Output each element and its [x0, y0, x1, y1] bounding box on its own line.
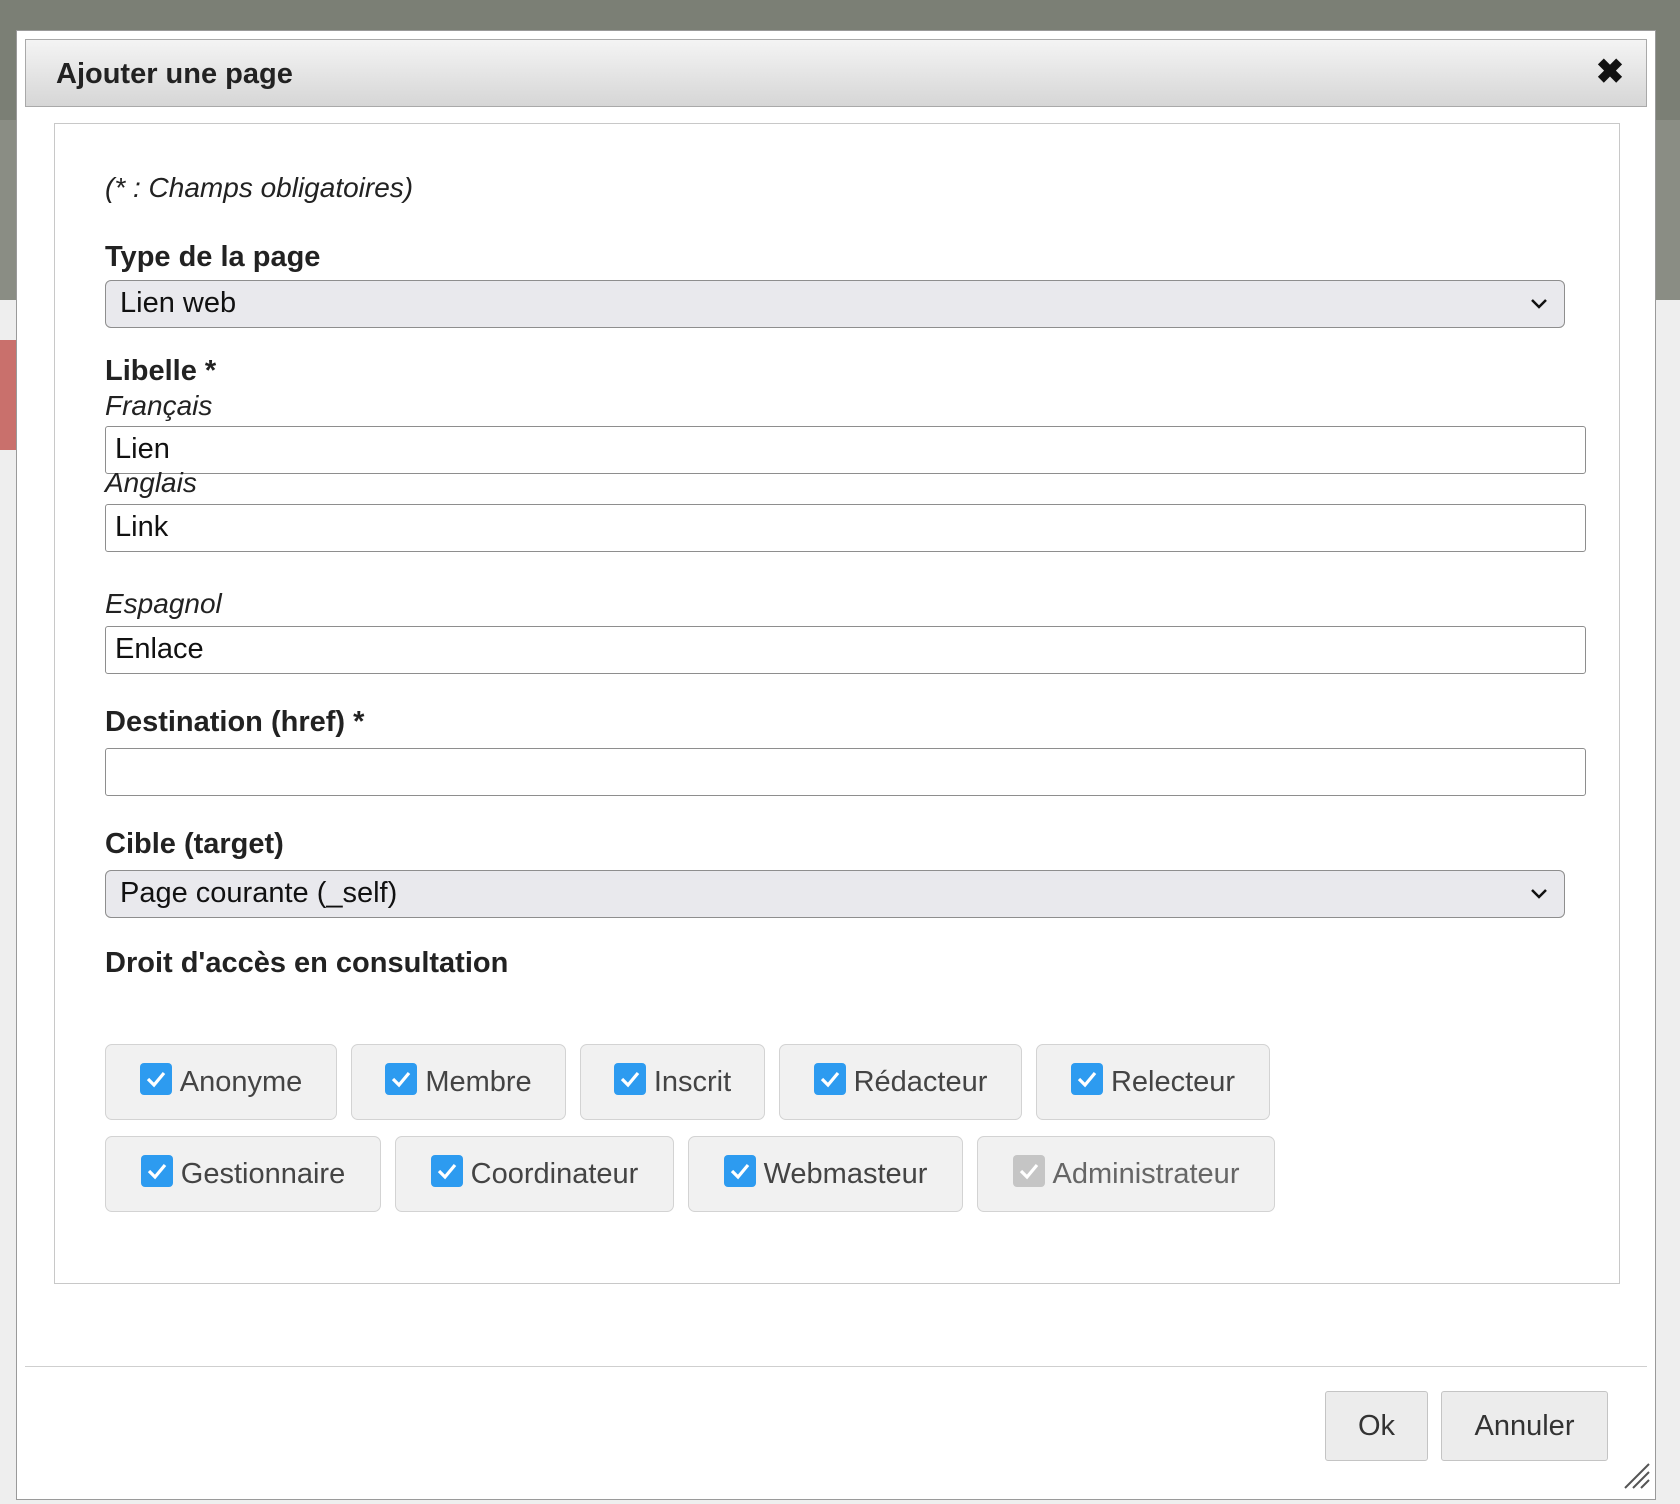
checkbox-disabled-icon [1012, 1155, 1045, 1187]
access-option-redacteur[interactable]: Rédacteur [779, 1044, 1022, 1120]
page-type-select[interactable]: Lien web [105, 280, 1565, 328]
checkbox-checked-icon[interactable] [613, 1063, 646, 1095]
checkbox-checked-icon[interactable] [430, 1155, 463, 1187]
resize-handle-icon[interactable] [1621, 1460, 1651, 1495]
access-option-label: Rédacteur [853, 1065, 988, 1098]
access-option-label: Webmasteur [763, 1157, 928, 1190]
checkbox-checked-icon[interactable] [139, 1063, 172, 1095]
destination-input[interactable] [105, 748, 1586, 796]
access-option-membre[interactable]: Membre [351, 1044, 566, 1120]
access-option-gestionnaire[interactable]: Gestionnaire [105, 1136, 381, 1212]
form-content: (* : Champs obligatoires) Type de la pag… [54, 123, 1620, 1284]
access-option-label: Relecteur [1110, 1065, 1236, 1098]
checkbox-checked-icon[interactable] [813, 1063, 846, 1095]
target-value: Page courante (_self) [120, 877, 398, 909]
background-highlight [0, 340, 16, 450]
access-option-label: Gestionnaire [180, 1157, 346, 1190]
access-option-webmasteur[interactable]: Webmasteur [688, 1136, 963, 1212]
chevron-down-icon [1530, 281, 1548, 326]
access-option-anonyme[interactable]: Anonyme [105, 1044, 337, 1120]
page-type-label: Type de la page [105, 241, 321, 273]
destination-label: Destination (href) * [105, 706, 365, 738]
access-label: Droit d'accès en consultation [105, 947, 509, 979]
close-icon[interactable]: ✖ [1592, 54, 1628, 90]
access-option-label: Anonyme [179, 1065, 303, 1098]
checkbox-checked-icon[interactable] [723, 1155, 756, 1187]
english-input[interactable]: Link [105, 504, 1586, 552]
spanish-input[interactable]: Enlace [105, 626, 1586, 674]
access-option-inscrit[interactable]: Inscrit [580, 1044, 765, 1120]
access-option-coordinateur[interactable]: Coordinateur [395, 1136, 674, 1212]
dialog-titlebar[interactable]: Ajouter une page ✖ [25, 39, 1647, 107]
libelle-label: Libelle * [105, 355, 217, 387]
access-option-label: Coordinateur [470, 1157, 639, 1190]
checkbox-checked-icon[interactable] [140, 1155, 173, 1187]
access-option-label: Inscrit [653, 1065, 732, 1098]
target-label: Cible (target) [105, 828, 284, 860]
checkbox-checked-icon[interactable] [1070, 1063, 1103, 1095]
page-type-value: Lien web [120, 287, 237, 319]
cancel-button[interactable]: Annuler [1441, 1391, 1608, 1461]
checkbox-checked-icon[interactable] [385, 1063, 418, 1095]
access-option-administrateur: Administrateur [977, 1136, 1275, 1212]
target-select[interactable]: Page courante (_self) [105, 870, 1565, 918]
add-page-dialog: Ajouter une page ✖ (* : Champs obligatoi… [16, 30, 1656, 1500]
english-label: Anglais [105, 467, 197, 498]
ok-button[interactable]: Ok [1325, 1391, 1428, 1461]
required-note: (* : Champs obligatoires) [105, 172, 414, 203]
spanish-label: Espagnol [105, 588, 222, 619]
french-input[interactable]: Lien [105, 426, 1586, 474]
access-option-label: Membre [425, 1065, 532, 1098]
access-option-relecteur[interactable]: Relecteur [1036, 1044, 1270, 1120]
footer-divider [25, 1366, 1647, 1367]
french-label: Français [105, 390, 213, 421]
access-option-label: Administrateur [1052, 1157, 1240, 1190]
chevron-down-icon [1530, 871, 1548, 916]
dialog-title: Ajouter une page [56, 58, 293, 90]
